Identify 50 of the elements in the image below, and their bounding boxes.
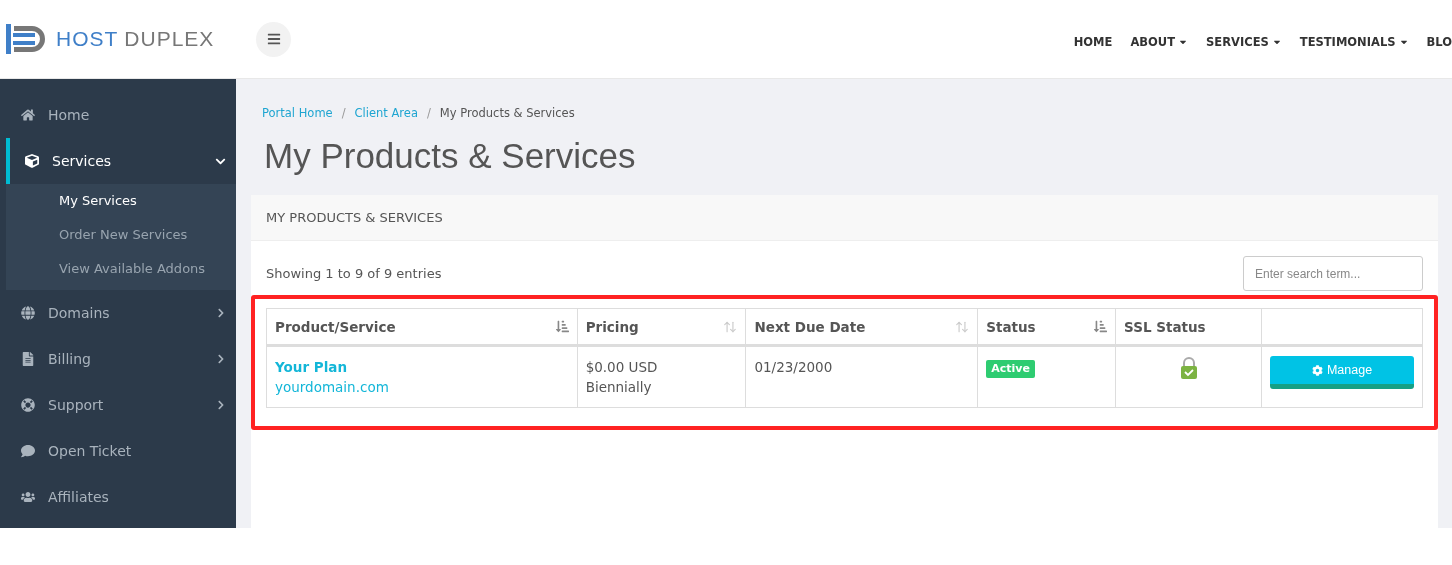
column-header[interactable]: SSL Status xyxy=(1115,308,1262,346)
column-title: Product/Service xyxy=(275,318,396,335)
column-header[interactable]: Next Due Date xyxy=(745,308,978,346)
nav-link[interactable]: SERVICES xyxy=(1206,35,1282,49)
settings-icon xyxy=(1311,364,1323,376)
submenu-item[interactable]: Order New Services xyxy=(6,220,236,254)
breadcrumb-text: My Products & Services xyxy=(439,106,575,120)
nav-link[interactable]: TESTIMONIALS xyxy=(1299,35,1409,49)
search-field[interactable]: Enter search term... xyxy=(1243,256,1423,291)
logo-text: HOST xyxy=(56,27,119,51)
users-icon xyxy=(21,490,35,504)
speech-bubble-icon xyxy=(21,444,35,458)
submenu-item[interactable]: View Available Addons xyxy=(6,254,236,288)
panel-title: MY PRODUCTS & SERVICES xyxy=(251,195,1438,241)
price-text: $0.00 USD xyxy=(585,358,659,377)
table-cell: 01/23/2000 xyxy=(745,345,978,408)
sidebar-item[interactable]: Support xyxy=(0,382,236,428)
menu-button[interactable] xyxy=(256,21,291,57)
logo-icon xyxy=(6,24,48,54)
home-icon xyxy=(21,108,35,122)
sidebar-item[interactable]: Affiliates xyxy=(0,474,236,520)
column-header[interactable]: Status xyxy=(977,308,1116,346)
nav-link[interactable]: HOME xyxy=(1073,35,1113,49)
column-title: Next Due Date xyxy=(754,318,866,335)
column-title: SSL Status xyxy=(1124,318,1206,335)
sidebar-item[interactable]: Open Ticket xyxy=(0,428,236,474)
submenu-item[interactable]: My Services xyxy=(6,186,236,220)
billing-cycle-text: Biennially xyxy=(585,378,653,397)
sidebar-item[interactable]: Home xyxy=(0,92,236,138)
sidebar-item[interactable]: Billing xyxy=(0,336,236,382)
globe-icon xyxy=(21,306,35,320)
logo-text: DUPLEX xyxy=(124,27,215,51)
entries-info: Showing 1 to 9 of 9 entries xyxy=(266,266,442,281)
document-icon xyxy=(21,352,35,366)
sidebar-item[interactable]: Domains xyxy=(0,290,236,336)
page-title: My Products & Services xyxy=(264,136,637,177)
column-header[interactable]: Product/Service xyxy=(266,308,578,346)
breadcrumb-separator: / xyxy=(341,106,346,120)
menu-icon xyxy=(266,32,281,46)
column-header[interactable]: Pricing xyxy=(577,308,746,346)
nav-link[interactable]: ABOUT xyxy=(1130,35,1188,49)
column-title: Status xyxy=(986,318,1036,335)
lifebuoy-icon xyxy=(21,398,35,412)
sort-icon[interactable] xyxy=(555,320,569,333)
column-title: Pricing xyxy=(585,318,639,335)
breadcrumb-separator: / xyxy=(426,106,431,120)
status-badge: Active xyxy=(986,360,1035,378)
cube-icon xyxy=(25,154,39,168)
sort-icon[interactable] xyxy=(1094,320,1108,333)
nav-link[interactable]: BLO xyxy=(1426,35,1452,49)
